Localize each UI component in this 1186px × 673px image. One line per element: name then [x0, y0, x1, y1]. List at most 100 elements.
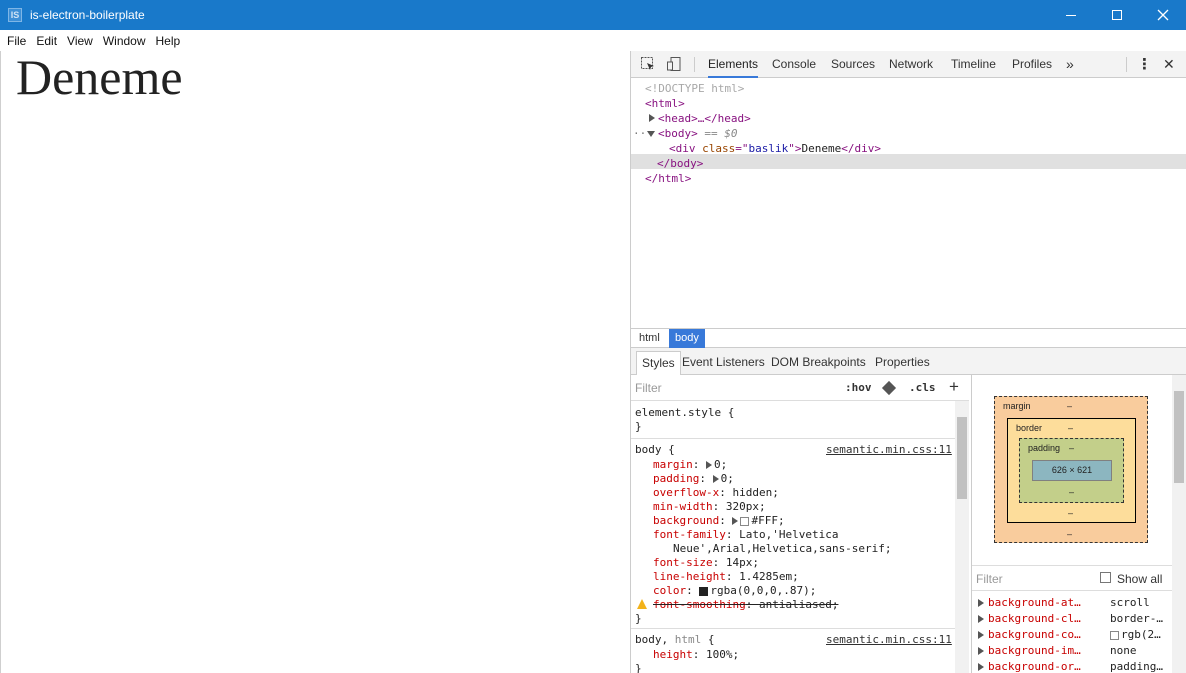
subtab-styles[interactable]: Styles	[636, 351, 681, 375]
menu-edit[interactable]: Edit	[31, 34, 62, 48]
menu-file[interactable]: File	[2, 34, 31, 48]
expand-triangle-icon[interactable]	[978, 647, 984, 655]
box-model-padding[interactable]: padding – – 626 × 621	[1019, 438, 1124, 503]
css-declaration[interactable]: color: rgba(0,0,0,.87);	[653, 584, 816, 598]
css-val: antialiased;	[758, 598, 839, 611]
menu-window[interactable]: Window	[98, 34, 151, 48]
new-rule-button[interactable]: +	[949, 377, 959, 397]
dom-div-node[interactable]: <div class="baslik">Deneme</div>	[669, 141, 881, 156]
collapse-triangle-icon[interactable]	[647, 131, 655, 137]
breadcrumb-html[interactable]: html	[633, 329, 666, 348]
expand-triangle-icon[interactable]	[978, 631, 984, 639]
window-close-button[interactable]	[1140, 0, 1186, 30]
devtools-close-button[interactable]: ✕	[1163, 51, 1175, 78]
tab-profiles[interactable]: Profiles	[1012, 51, 1052, 78]
dom-body-node[interactable]: <body> == $0	[647, 126, 738, 141]
computed-row[interactable]: background-at… scroll	[972, 595, 1172, 611]
box-model-border[interactable]: border – – padding – – 626 × 621	[1007, 418, 1136, 523]
div-attr-name: class	[695, 142, 736, 155]
menu-help[interactable]: Help	[151, 34, 186, 48]
computed-pane: margin – – border – – padding – – 626 × …	[971, 375, 1186, 673]
css-declaration[interactable]: height: 100%;	[653, 648, 739, 662]
css-declaration[interactable]: line-height: 1.4285em;	[653, 570, 799, 584]
toolbar-divider	[1126, 57, 1127, 72]
tab-timeline[interactable]: Timeline	[951, 51, 996, 78]
expand-triangle-icon[interactable]	[712, 475, 719, 483]
tab-elements[interactable]: Elements	[708, 51, 759, 78]
devtools-menu-button[interactable]: ⋮	[1137, 51, 1152, 78]
inspect-element-icon[interactable]	[640, 56, 656, 72]
rule-body-source-link[interactable]: semantic.min.css:11	[826, 443, 952, 457]
breadcrumb-body[interactable]: body	[669, 329, 705, 348]
margin-top-value: –	[1067, 401, 1073, 411]
expand-triangle-icon[interactable]	[978, 615, 984, 623]
expand-triangle-icon[interactable]	[978, 663, 984, 671]
page-heading: Deneme	[16, 49, 183, 105]
dom-head-node[interactable]: <head>…</head>	[649, 111, 751, 126]
rule-body-html-selector[interactable]: body, html {	[635, 633, 715, 647]
styles-scrollbar[interactable]	[955, 401, 969, 673]
subtab-dom-breakpoints[interactable]: DOM Breakpoints	[766, 351, 871, 375]
color-swatch-icon[interactable]	[1110, 630, 1119, 640]
margin-label: margin	[1003, 401, 1031, 411]
scrollbar-thumb[interactable]	[1174, 391, 1184, 483]
device-toggle-icon[interactable]	[666, 56, 682, 72]
subtab-properties[interactable]: Properties	[870, 351, 935, 375]
computed-row[interactable]: background-co… rgb(2…	[972, 627, 1172, 643]
cls-toggle[interactable]: .cls	[909, 381, 936, 394]
rule-body-selector[interactable]: body {	[635, 443, 675, 457]
css-val: rgba(0,0,0,.87);	[710, 584, 817, 597]
css-declaration-invalid[interactable]: font-smoothing: antialiased;	[653, 598, 838, 612]
dom-html-close[interactable]: </html>	[645, 171, 691, 186]
expand-triangle-icon[interactable]	[732, 517, 739, 525]
computed-scrollbar[interactable]	[1172, 375, 1186, 673]
app-logo-icon: IS	[8, 8, 22, 22]
dom-body-close[interactable]: </body>	[657, 156, 703, 171]
css-prop: margin	[653, 458, 693, 471]
css-declaration[interactable]: font-size: 14px;	[653, 556, 759, 570]
tab-console[interactable]: Console	[772, 51, 816, 78]
computed-row[interactable]: background-or… padding…	[972, 659, 1172, 673]
computed-filter-input[interactable]: Filter	[976, 572, 1003, 586]
subtab-event-listeners[interactable]: Event Listeners	[677, 351, 770, 375]
expand-triangle-icon[interactable]	[649, 114, 655, 122]
maximize-button[interactable]	[1094, 0, 1140, 30]
css-prop: font-size	[653, 556, 713, 569]
element-style-selector[interactable]: element.style {	[635, 406, 734, 420]
color-format-icon[interactable]	[881, 380, 897, 396]
computed-prop: background-at…	[988, 596, 1081, 609]
color-swatch-icon[interactable]	[699, 586, 709, 596]
dom-html-open[interactable]: <html>	[645, 96, 685, 111]
dom-doctype[interactable]: <!DOCTYPE html>	[645, 81, 744, 96]
div-close-tag: </div>	[841, 142, 881, 155]
minimize-button[interactable]	[1048, 0, 1094, 30]
close-icon	[1157, 9, 1169, 21]
computed-row[interactable]: background-cl… border-…	[972, 611, 1172, 627]
tab-network[interactable]: Network	[889, 51, 933, 78]
menu-view[interactable]: View	[62, 34, 98, 48]
css-declaration[interactable]: background: #FFF;	[653, 514, 785, 528]
computed-row[interactable]: background-im… none	[972, 643, 1172, 659]
css-declaration[interactable]: overflow-x: hidden;	[653, 486, 779, 500]
dom-head-text: <head>…</head>	[658, 112, 751, 125]
show-all-checkbox[interactable]	[1100, 572, 1111, 583]
box-model-margin[interactable]: margin – – border – – padding – – 626 × …	[994, 396, 1148, 543]
tab-sources[interactable]: Sources	[831, 51, 875, 78]
css-declaration[interactable]: font-family: Lato,'Helvetica	[653, 528, 838, 542]
hov-toggle[interactable]: :hov	[845, 381, 872, 394]
color-swatch-icon[interactable]	[740, 516, 750, 526]
css-declaration[interactable]: margin: 0;	[653, 458, 727, 472]
more-tabs-button[interactable]: »	[1066, 51, 1074, 78]
rule-body-html-source-link[interactable]: semantic.min.css:11	[826, 633, 952, 647]
computed-val: border-…	[1110, 612, 1163, 625]
div-attr-value: baslik	[748, 142, 789, 155]
css-prop: height	[653, 648, 693, 661]
box-model-content[interactable]: 626 × 621	[1032, 460, 1112, 481]
css-declaration[interactable]: min-width: 320px;	[653, 500, 766, 514]
expand-triangle-icon[interactable]	[706, 461, 712, 469]
scrollbar-thumb[interactable]	[957, 417, 967, 499]
expand-triangle-icon[interactable]	[978, 599, 984, 607]
css-declaration[interactable]: padding: 0;	[653, 472, 734, 486]
rule-divider	[631, 438, 969, 439]
styles-filter-input[interactable]: Filter	[635, 381, 662, 395]
